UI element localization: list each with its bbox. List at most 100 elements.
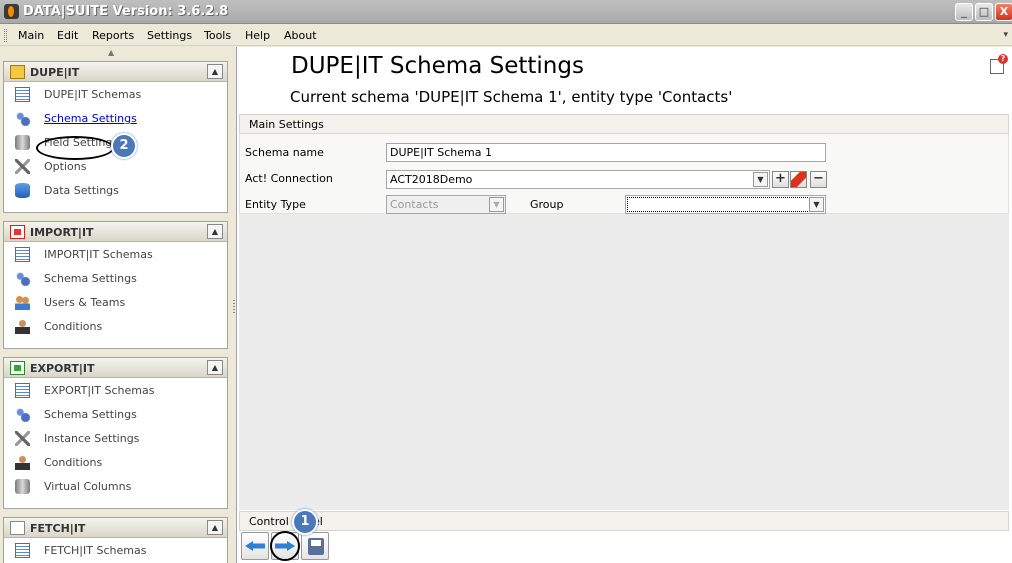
fetchit-icon [10,521,25,535]
menu-grip [4,29,7,42]
sidebar-item-label: Users & Teams [44,296,126,309]
sidebar-item-export-schema-settings[interactable]: Schema Settings [4,402,227,426]
database-icon [15,183,30,198]
sidebar-item-schema-settings[interactable]: Schema Settings [4,106,227,130]
collapse-icon[interactable]: ▲ [207,520,223,535]
sidebar-item-importit-schemas[interactable]: IMPORT|IT Schemas [4,242,227,266]
sidebar-item-label: EXPORT|IT Schemas [44,384,155,397]
person-icon [15,455,30,470]
list-icon [15,87,30,102]
chevron-down-icon: ▼ [489,197,504,212]
sidebar-item-users-teams[interactable]: Users & Teams [4,290,227,314]
sidebar-item-label: Virtual Columns [44,480,132,493]
sidebar-item-label: Schema Settings [44,112,137,125]
maximize-button[interactable]: □ [975,3,993,21]
sidebar-item-label: Schema Settings [44,408,137,421]
remove-connection-button[interactable]: − [810,171,827,188]
section-title: Main Settings [249,118,324,131]
splitter-grip [233,300,235,314]
page-title: DUPE|IT Schema Settings [291,53,584,79]
group-select[interactable]: ▼ [625,195,826,214]
gears-icon [15,407,30,422]
sidebar-item-options[interactable]: Options [4,154,227,178]
sidebar-item-label: Conditions [44,320,103,333]
importit-icon [10,225,25,239]
collapse-icon[interactable]: ▲ [207,360,223,375]
panel-title: DUPE|IT [30,66,80,79]
entity-type-value: Contacts [390,198,439,211]
panel-exportit: EXPORT|IT ▲ EXPORT|IT Schemas Schema Set… [3,357,228,509]
panel-importit: IMPORT|IT ▲ IMPORT|IT Schemas Schema Set… [3,221,228,349]
chevron-down-icon[interactable]: ▼ [809,197,824,212]
panel-header-exportit[interactable]: EXPORT|IT ▲ [4,358,227,378]
users-icon [15,295,30,310]
panel-header-fetchit[interactable]: FETCH|IT ▲ [4,518,227,538]
main-settings-panel: Schema name DUPE|IT Schema 1 Act! Connec… [239,134,1009,214]
scroll-up-icon[interactable]: ▲ [108,48,114,57]
add-connection-button[interactable]: + [772,171,789,188]
sidebar-item-instance-settings[interactable]: Instance Settings [4,426,227,450]
sidebar-item-label: Conditions [44,456,103,469]
main-content: DUPE|IT Schema Settings Current schema '… [236,47,1012,563]
save-button[interactable] [301,532,329,560]
menu-edit[interactable]: Edit [57,29,78,42]
schema-name-field[interactable]: DUPE|IT Schema 1 [386,143,826,162]
list-icon [15,247,30,262]
sidebar-item-label: IMPORT|IT Schemas [44,248,153,261]
app-icon [4,4,19,19]
sidebar-item-label: FETCH|IT Schemas [44,544,147,557]
panel-header-dupeit[interactable]: DUPE|IT ▲ [4,62,227,82]
person-icon [15,319,30,334]
chevron-down-icon[interactable]: ▼ [753,172,768,187]
menu-help[interactable]: Help [245,29,270,42]
section-header: Main Settings [239,114,1009,134]
menu-about[interactable]: About [284,29,317,42]
gears-icon [15,271,30,286]
menu-overflow-icon[interactable]: ▾ [1003,30,1008,40]
panel-title: FETCH|IT [30,522,86,535]
panel-title: EXPORT|IT [30,362,95,375]
menu-reports[interactable]: Reports [92,29,134,42]
sidebar-item-virtual-columns[interactable]: Virtual Columns [4,474,227,498]
panel-title: IMPORT|IT [30,226,94,239]
sidebar: ▲ DUPE|IT ▲ DUPE|IT Schemas Schema Setti… [0,47,232,563]
minimize-button[interactable]: _ [955,3,973,21]
menu-settings[interactable]: Settings [147,29,192,42]
edit-connection-button[interactable] [790,171,807,188]
collapse-icon[interactable]: ▲ [207,64,223,79]
sidebar-item-label: DUPE|IT Schemas [44,88,142,101]
sidebar-item-fetchit-schemas[interactable]: FETCH|IT Schemas [4,538,227,562]
save-disk-icon [308,538,324,555]
cylinder-icon [15,135,30,150]
sidebar-item-label: Schema Settings [44,272,137,285]
sidebar-item-import-conditions[interactable]: Conditions [4,314,227,338]
title-bar: DATA|SUITE Version: 3.6.2.8 _ □ X [0,0,1012,24]
menu-tools[interactable]: Tools [204,29,231,42]
step-2-badge: 2 [111,133,137,159]
sidebar-item-import-schema-settings[interactable]: Schema Settings [4,266,227,290]
close-button[interactable]: X [995,3,1012,21]
panel-header-importit[interactable]: IMPORT|IT ▲ [4,222,227,242]
panel-fetchit: FETCH|IT ▲ FETCH|IT Schemas [3,517,228,563]
connection-value: ACT2018Demo [390,173,473,186]
step-1-badge: 1 [292,509,318,535]
menu-main[interactable]: Main [18,29,44,42]
dupeit-icon [10,65,25,79]
entity-type-label: Entity Type [245,198,306,211]
tools-icon [15,431,30,446]
sidebar-item-export-conditions[interactable]: Conditions [4,450,227,474]
back-button[interactable] [241,532,269,560]
connection-label: Act! Connection [245,172,333,185]
sidebar-item-exportit-schemas[interactable]: EXPORT|IT Schemas [4,378,227,402]
help-icon[interactable] [990,54,1008,74]
collapse-icon[interactable]: ▲ [207,224,223,239]
menu-bar: Main Edit Reports Settings Tools Help Ab… [0,24,1012,46]
control-panel: Control panel 1 [239,509,1009,563]
page-subtitle: Current schema 'DUPE|IT Schema 1', entit… [290,88,733,106]
sidebar-item-data-settings[interactable]: Data Settings [4,178,227,202]
gears-icon [15,111,30,126]
sidebar-item-dupeit-schemas[interactable]: DUPE|IT Schemas [4,82,227,106]
connection-select[interactable]: ACT2018Demo ▼ [386,170,770,189]
window-title: DATA|SUITE Version: 3.6.2.8 [23,4,229,19]
schema-name-label: Schema name [245,146,324,159]
